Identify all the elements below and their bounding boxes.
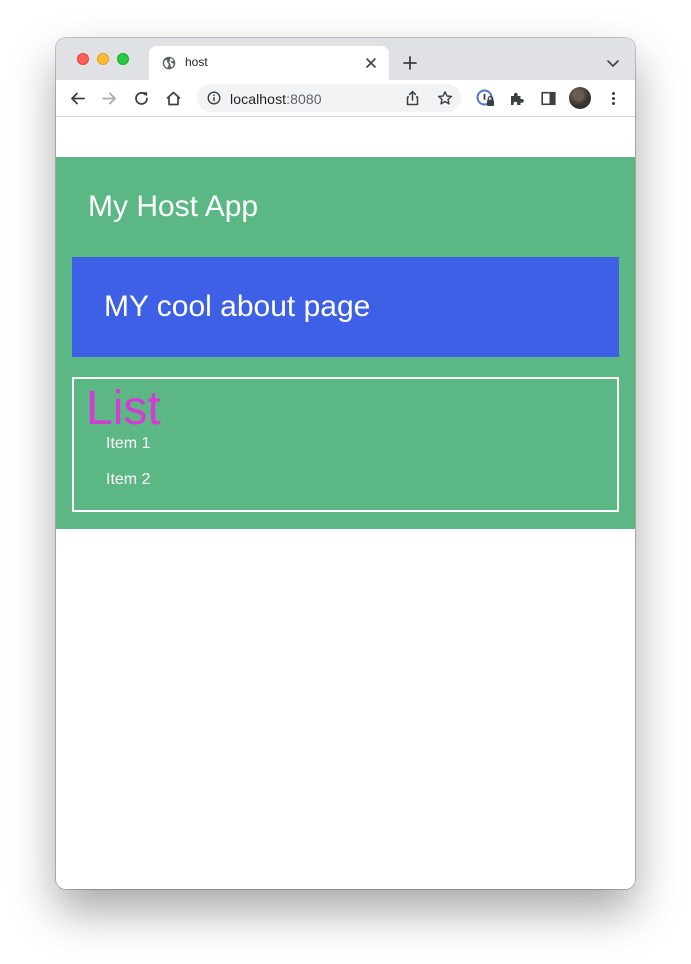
star-icon[interactable] [437, 90, 453, 106]
window-minimize-button[interactable] [97, 53, 109, 65]
window-close-button[interactable] [77, 53, 89, 65]
tab-close-icon[interactable] [363, 55, 379, 71]
list-heading: List [86, 382, 161, 435]
about-page-panel: MY cool about page [72, 257, 619, 357]
list-item: Item 2 [106, 471, 151, 488]
tab-strip: host [56, 38, 635, 80]
tab-title: host [185, 55, 208, 69]
host-app-title: My Host App [88, 190, 259, 223]
more-menu-icon[interactable] [605, 90, 622, 107]
profile-avatar[interactable] [569, 87, 591, 109]
site-info-icon[interactable] [207, 91, 221, 105]
url-text: localhost:8080 [230, 91, 322, 107]
browser-window: host localhost:8080 My Host App MY cool … [56, 38, 635, 889]
about-page-title: MY cool about page [104, 290, 371, 323]
url-host: localhost [230, 91, 287, 107]
url-port: :8080 [286, 91, 322, 107]
side-panel-icon[interactable] [540, 90, 557, 107]
password-manager-icon[interactable] [476, 89, 495, 108]
address-bar[interactable]: localhost:8080 [197, 84, 461, 112]
extensions-icon[interactable] [508, 90, 525, 107]
tab-host[interactable]: host [149, 46, 389, 80]
chevron-down-icon[interactable] [606, 57, 620, 69]
list: Item 1 Item 2 [106, 435, 150, 507]
forward-icon[interactable] [101, 90, 118, 107]
reload-icon[interactable] [133, 90, 150, 107]
home-icon[interactable] [165, 90, 182, 107]
list-panel: List Item 1 Item 2 [72, 377, 619, 512]
page-viewport: My Host App MY cool about page List Item… [56, 117, 635, 889]
host-app-container: My Host App MY cool about page List Item… [56, 157, 635, 529]
list-item: Item 1 [106, 435, 151, 452]
share-icon[interactable] [405, 90, 420, 106]
back-icon[interactable] [69, 90, 86, 107]
new-tab-icon[interactable] [402, 55, 418, 71]
globe-icon [162, 56, 176, 70]
browser-toolbar: localhost:8080 [56, 80, 635, 117]
window-maximize-button[interactable] [117, 53, 129, 65]
